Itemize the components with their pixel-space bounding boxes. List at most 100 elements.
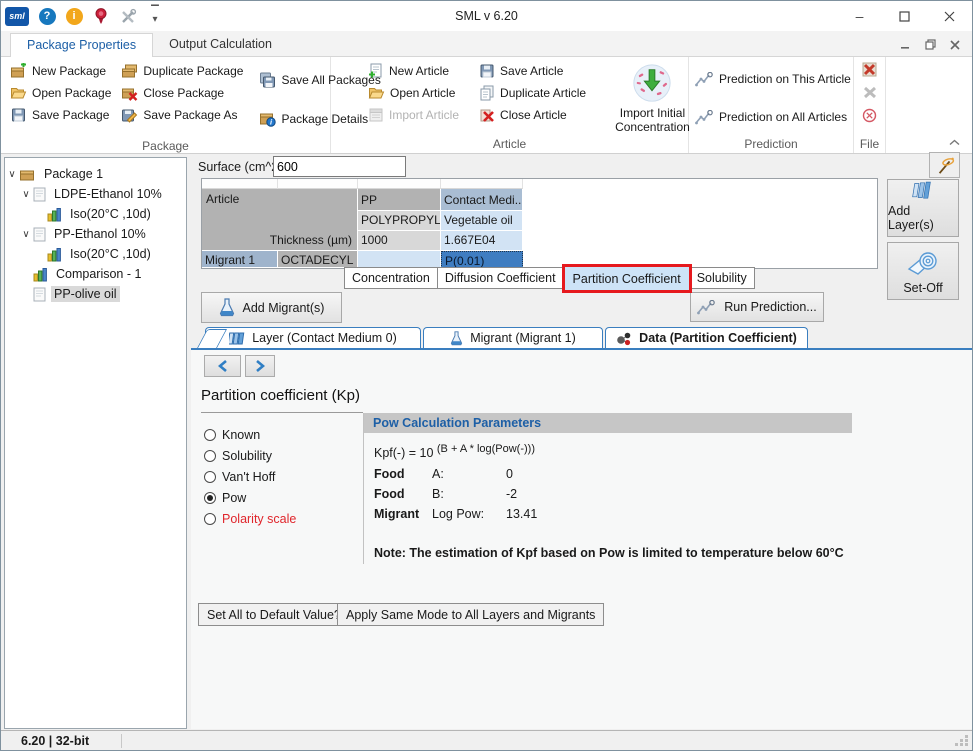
- polymer-cell[interactable]: POLYPROPYL...: [358, 211, 441, 231]
- import-initial-concentration-button[interactable]: Import Initial Concentration: [609, 60, 696, 136]
- ribbon-tab-row: Package Properties Output Calculation: [1, 31, 972, 57]
- tree-item-condition[interactable]: Iso(20°C ,10d): [5, 244, 186, 264]
- radio-polarity-scale[interactable]: Polarity scale: [204, 508, 296, 529]
- tab-package-properties[interactable]: Package Properties: [10, 33, 153, 57]
- tab-partition-coefficient[interactable]: Partition Coefficient: [562, 264, 692, 293]
- table-header-cell[interactable]: [441, 179, 523, 189]
- duplicate-package-button[interactable]: Duplicate Package: [116, 60, 248, 82]
- contact-medium-header-cell[interactable]: Contact Medi...: [441, 189, 523, 211]
- partition-value-cell-selected[interactable]: P(0.01): [441, 251, 523, 268]
- radio-icon: [204, 450, 216, 462]
- article-doc-icon: [33, 287, 46, 302]
- param-value[interactable]: 13.41: [506, 507, 566, 521]
- tab-layer[interactable]: Layer (Contact Medium 0): [205, 327, 421, 348]
- open-article-button[interactable]: Open Article: [363, 82, 464, 104]
- table-header-cell[interactable]: [202, 179, 278, 189]
- next-button[interactable]: [245, 355, 275, 377]
- save-article-button[interactable]: Save Article: [474, 60, 591, 82]
- radio-solubility[interactable]: Solubility: [204, 445, 296, 466]
- chart-bars-icon: [47, 247, 62, 262]
- radio-vant-hoff[interactable]: Van't Hoff: [204, 466, 296, 487]
- radio-known[interactable]: Known: [204, 424, 296, 445]
- tree-item-package[interactable]: ∨ Package 1: [5, 164, 186, 184]
- help-icon[interactable]: ?: [38, 7, 56, 25]
- doc-minimize-icon[interactable]: [896, 37, 914, 52]
- tree-item-article[interactable]: ∨ PP-Ethanol 10%: [5, 224, 186, 244]
- set-off-button[interactable]: Set-Off: [887, 242, 959, 300]
- tab-diffusion-coefficient[interactable]: Diffusion Coefficient: [438, 267, 564, 289]
- tab-data-partition-coefficient[interactable]: Data (Partition Coefficient): [605, 327, 808, 348]
- article-close-icon: [479, 107, 495, 123]
- previous-button[interactable]: [204, 355, 241, 377]
- chevron-down-icon[interactable]: ∨: [19, 189, 33, 200]
- doc-restore-icon[interactable]: [921, 37, 939, 52]
- new-article-button[interactable]: New Article: [363, 60, 464, 82]
- pow-parameters-header: Pow Calculation Parameters: [364, 413, 852, 433]
- empty-cell[interactable]: [358, 251, 441, 268]
- tree-item-condition[interactable]: Iso(20°C ,10d): [5, 204, 186, 224]
- tab-solubility[interactable]: Solubility: [690, 267, 755, 289]
- chevron-down-icon[interactable]: ∨: [5, 169, 19, 180]
- radio-icon: [204, 429, 216, 441]
- tab-concentration[interactable]: Concentration: [344, 267, 438, 289]
- chevron-down-icon[interactable]: ∨: [19, 229, 33, 240]
- set-all-default-button[interactable]: Set All to Default Value?: [198, 603, 350, 626]
- license-award-icon[interactable]: [92, 7, 110, 25]
- open-package-button[interactable]: Open Package: [5, 82, 116, 104]
- layer-name-cell[interactable]: PP: [358, 189, 441, 211]
- tab-migrant[interactable]: Migrant (Migrant 1): [423, 327, 603, 348]
- duplicate-article-button[interactable]: Duplicate Article: [474, 82, 591, 104]
- tree-item-article[interactable]: ∨ LDPE-Ethanol 10%: [5, 184, 186, 204]
- article-add-icon: [368, 63, 384, 79]
- customize-toolbar-icon[interactable]: ▔▾: [148, 8, 162, 24]
- prediction-all-articles-button[interactable]: Prediction on All Articles: [693, 104, 849, 131]
- resize-grip[interactable]: [955, 735, 969, 746]
- add-migrant-button[interactable]: Add Migrant(s): [201, 292, 342, 323]
- mode-radio-group: Known Solubility Van't Hoff Pow Polarity…: [204, 424, 296, 529]
- table-corner-block[interactable]: Article Thickness (µm): [202, 189, 358, 251]
- save-package-button[interactable]: Save Package: [5, 104, 116, 126]
- file-close-icon[interactable]: [862, 62, 877, 80]
- contact-volume-cell[interactable]: 1.667E04: [441, 231, 523, 251]
- close-icon[interactable]: [927, 1, 972, 31]
- info-icon[interactable]: i: [65, 7, 83, 25]
- article-doc-icon: [33, 187, 46, 202]
- radio-pow-selected[interactable]: Pow: [204, 487, 296, 508]
- import-article-button[interactable]: Import Article: [363, 104, 464, 126]
- close-package-button[interactable]: Close Package: [116, 82, 248, 104]
- minimize-icon[interactable]: –: [837, 1, 882, 31]
- ribbon-collapse-icon[interactable]: [949, 135, 960, 149]
- param-value[interactable]: 0: [506, 467, 566, 481]
- group-label-article: Article: [335, 136, 684, 153]
- file-cancel-icon[interactable]: [862, 108, 877, 126]
- table-header-cell[interactable]: [358, 179, 441, 189]
- tree-item-article-selected[interactable]: PP-olive oil: [5, 284, 186, 304]
- panel-heading: Partition coefficient (Kp): [201, 387, 360, 404]
- thickness-value-cell[interactable]: 1000: [358, 231, 441, 251]
- file-close-disabled-icon[interactable]: [863, 86, 877, 102]
- add-layer-button[interactable]: Add Layer(s): [887, 179, 959, 237]
- tab-output-calculation[interactable]: Output Calculation: [153, 33, 288, 56]
- migrant-name-cell[interactable]: OCTADECYL ...: [278, 251, 358, 268]
- param-value[interactable]: -2: [506, 487, 566, 501]
- save-package-as-button[interactable]: Save Package As: [116, 104, 248, 126]
- doc-close-icon[interactable]: [946, 37, 964, 52]
- table-header-cell[interactable]: [278, 179, 358, 189]
- food-cell[interactable]: Vegetable oil: [441, 211, 523, 231]
- apply-same-mode-button[interactable]: Apply Same Mode to All Layers and Migran…: [337, 603, 604, 626]
- app-logo: sml: [5, 7, 29, 26]
- coefficient-tab-strip: Concentration Diffusion Coefficient Part…: [344, 267, 755, 289]
- wizard-button[interactable]: [929, 152, 960, 178]
- tree-item-comparison[interactable]: Comparison - 1: [5, 264, 186, 284]
- layers-icon: [908, 180, 938, 201]
- new-package-button[interactable]: New Package: [5, 60, 116, 82]
- prediction-this-article-button[interactable]: Prediction on This Article: [693, 66, 853, 93]
- run-prediction-button[interactable]: Run Prediction...: [690, 292, 824, 322]
- migrant-row-header-cell[interactable]: Migrant 1: [202, 251, 278, 268]
- close-article-button[interactable]: Close Article: [474, 104, 591, 126]
- maximize-icon[interactable]: [882, 1, 927, 31]
- chart-bars-icon: [47, 207, 62, 222]
- article-doc-icon: [33, 227, 46, 242]
- tools-icon[interactable]: [119, 7, 137, 25]
- surface-input[interactable]: [273, 156, 406, 177]
